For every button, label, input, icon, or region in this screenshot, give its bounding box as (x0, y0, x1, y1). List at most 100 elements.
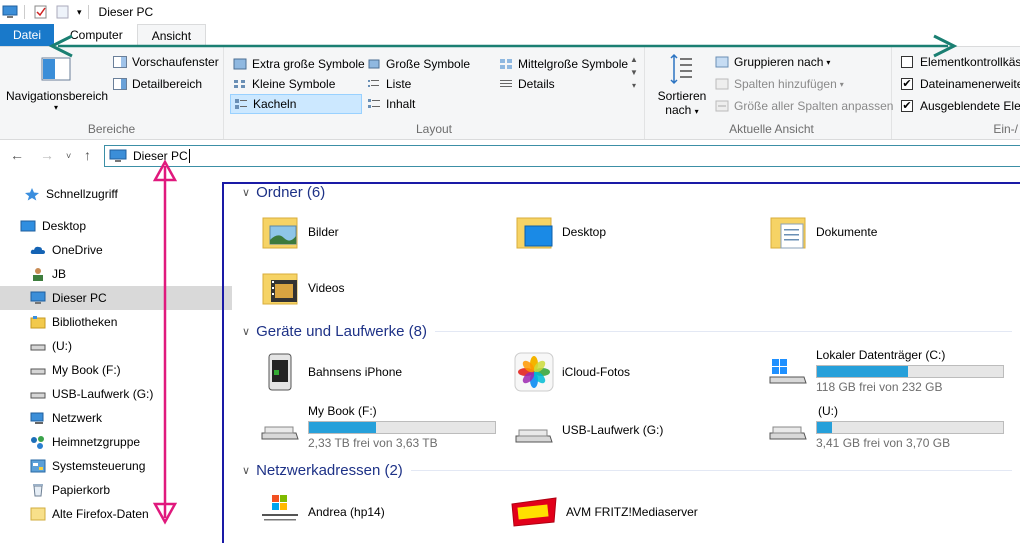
quick-access-dropdown[interactable]: ▾ (77, 7, 82, 18)
details-pane-button[interactable]: Detailbereich (110, 74, 205, 94)
chevron-down-icon[interactable]: ∨ (242, 186, 250, 199)
fit-columns-button[interactable]: Größe aller Spalten anpassen (712, 96, 896, 116)
forward-arrow-icon[interactable]: → (40, 147, 54, 163)
navigation-pane-button[interactable]: Navigationsbereich ▾ (6, 57, 108, 112)
group-show-hide: Elementkontrollkäst ✔ Dateinamenerweite … (892, 47, 1020, 139)
nav-item-recycle-bin[interactable]: Papierkorb (0, 478, 232, 502)
properties-icon[interactable] (33, 5, 49, 19)
chevron-down-icon[interactable]: ▼ (628, 66, 640, 79)
device-item-iphone[interactable]: Bahnsens iPhone (260, 352, 402, 392)
device-item-icloud-photos[interactable]: iCloud-Fotos (514, 352, 630, 392)
section-header-network[interactable]: ∨ Netzwerkadressen (2) (242, 462, 1012, 479)
layout-small-icons[interactable]: Kleine Symbole (230, 74, 338, 94)
drive-item-local-c[interactable]: Lokaler Datenträger (C:) 118 GB frei von… (768, 348, 1004, 394)
preview-pane-button[interactable]: Vorschaufenster (110, 52, 222, 72)
nav-item-label: Desktop (42, 219, 87, 233)
nav-item-this-pc[interactable]: Dieser PC (0, 286, 232, 310)
add-columns-label: Spalten hinzufügen (734, 77, 837, 91)
star-icon (25, 188, 39, 201)
drive-icon (769, 426, 807, 440)
folder-item-pictures[interactable]: Bilder (260, 212, 339, 252)
layout-tiles[interactable]: Kacheln (230, 94, 362, 114)
folder-item-desktop[interactable]: Desktop (514, 212, 606, 252)
section-header-folders[interactable]: ∨ Ordner (6) (242, 184, 1012, 201)
checkbox[interactable] (901, 56, 913, 68)
checkbox-checked[interactable]: ✔ (901, 78, 913, 90)
nav-item-my-book[interactable]: My Book (F:) (0, 358, 232, 382)
folder-item-documents[interactable]: Dokumente (768, 212, 877, 252)
chevron-down-icon: ▾ (826, 57, 831, 67)
tab-file[interactable]: Datei (0, 24, 54, 46)
documents-folder-icon (770, 217, 806, 249)
tab-view[interactable]: Ansicht (136, 24, 207, 46)
layout-scroll[interactable]: ▲ ▼ ▾ (628, 53, 640, 92)
nav-item-label: Bibliotheken (52, 315, 118, 329)
checkbox-checked[interactable]: ✔ (901, 100, 913, 112)
up-arrow-icon[interactable]: ↑ (84, 147, 91, 163)
nav-item-user[interactable]: JB (0, 262, 232, 286)
folder-item-videos[interactable]: Videos (260, 268, 344, 308)
expand-icon[interactable]: ▾ (628, 79, 640, 92)
drive-item-usb-g[interactable]: USB-Laufwerk (G:) (514, 410, 663, 450)
content-pane: ∨ Ordner (6) Bilder Desktop Dokumente Vi… (222, 182, 1020, 543)
details-pane-label: Detailbereich (132, 77, 203, 91)
divider (24, 5, 25, 19)
nav-item-network[interactable]: Netzwerk (0, 406, 232, 430)
extra-large-icons-icon (233, 58, 247, 70)
chevron-down-icon[interactable]: ∨ (242, 325, 250, 338)
address-bar[interactable]: Dieser PC (104, 145, 1020, 167)
nav-item-label: Schnellzugriff (46, 187, 118, 201)
checkbox-item-checkboxes[interactable]: Elementkontrollkäst (898, 52, 1020, 72)
layout-list[interactable]: Liste (364, 74, 414, 94)
drive-icon (261, 426, 299, 440)
section-header-devices[interactable]: ∨ Geräte und Laufwerke (8) (242, 323, 1012, 340)
nav-item-desktop[interactable]: Desktop (0, 214, 232, 238)
nav-item-old-firefox-data[interactable]: Alte Firefox-Daten (0, 502, 232, 526)
drive-label: USB-Laufwerk (G:) (562, 423, 664, 437)
section-title: Ordner (6) (256, 184, 326, 201)
chevron-down-icon[interactable]: ∨ (242, 464, 250, 477)
nav-item-homegroup[interactable]: Heimnetzgruppe (0, 430, 232, 454)
add-columns-button[interactable]: Spalten hinzufügen ▾ (712, 74, 847, 94)
tab-computer[interactable]: Computer (54, 24, 137, 46)
drive-free-space: 3,41 GB frei von 3,70 GB (816, 436, 951, 450)
nav-item-onedrive[interactable]: OneDrive (0, 238, 232, 262)
layout-large-icons[interactable]: Große Symbole (364, 54, 473, 74)
drive-item-u[interactable]: (U:) 3,41 GB frei von 3,70 GB (768, 404, 1004, 450)
nav-item-label: OneDrive (52, 243, 103, 257)
drive-item-my-book[interactable]: My Book (F:) 2,33 TB frei von 3,63 TB (260, 404, 496, 450)
fritz-logo-icon (511, 497, 557, 527)
chevron-up-icon[interactable]: ▲ (628, 53, 640, 66)
computer-icon (30, 291, 46, 304)
layout-details[interactable]: Details (496, 74, 558, 94)
layout-item-label: Mittelgroße Symbole (518, 57, 629, 71)
layout-item-label: Liste (386, 77, 412, 91)
layout-item-label: Details (518, 77, 555, 91)
nav-item-control-panel[interactable]: Systemsteuerung (0, 454, 232, 478)
network-item-fritz[interactable]: AVM FRITZ!Mediaserver (510, 492, 698, 532)
capacity-bar (816, 365, 1004, 378)
network-item-andrea[interactable]: Andrea (hp14) (260, 492, 385, 532)
folder-label: Videos (308, 281, 345, 295)
layout-item-label: Große Symbole (386, 57, 471, 71)
new-folder-icon[interactable] (55, 5, 71, 19)
phone-icon (268, 353, 292, 391)
ribbon-tabs: Datei Computer Ansicht (0, 24, 1020, 46)
nav-item-usb-drive[interactable]: USB-Laufwerk (G:) (0, 382, 232, 406)
group-label: Layout (415, 122, 453, 136)
recent-locations-icon[interactable]: ˅ (66, 151, 71, 161)
layout-medium-icons[interactable]: Mittelgroße Symbole (496, 54, 631, 74)
layout-extra-large-icons[interactable]: Extra große Symbole (230, 54, 368, 74)
navigation-bar: ← → ˅ ↑ Dieser PC (0, 140, 1020, 172)
back-arrow-icon[interactable]: ← (10, 147, 24, 163)
layout-content[interactable]: Inhalt (364, 94, 418, 114)
checkbox-item-hidden-items[interactable]: ✔ Ausgeblendete Elem (898, 96, 1020, 116)
nav-item-label: Systemsteuerung (52, 459, 146, 473)
nav-item-libraries[interactable]: Bibliotheken (0, 310, 232, 334)
checkbox-item-extensions[interactable]: ✔ Dateinamenerweite (898, 74, 1020, 94)
group-by-button[interactable]: Gruppieren nach ▾ (712, 52, 833, 72)
folder-label: Bilder (308, 225, 339, 239)
nav-item-drive-u[interactable]: (U:) (0, 334, 232, 358)
nav-item-quick-access[interactable]: Schnellzugriff (0, 182, 232, 206)
sort-by-button[interactable]: Sortieren nach ▾ (656, 53, 708, 117)
